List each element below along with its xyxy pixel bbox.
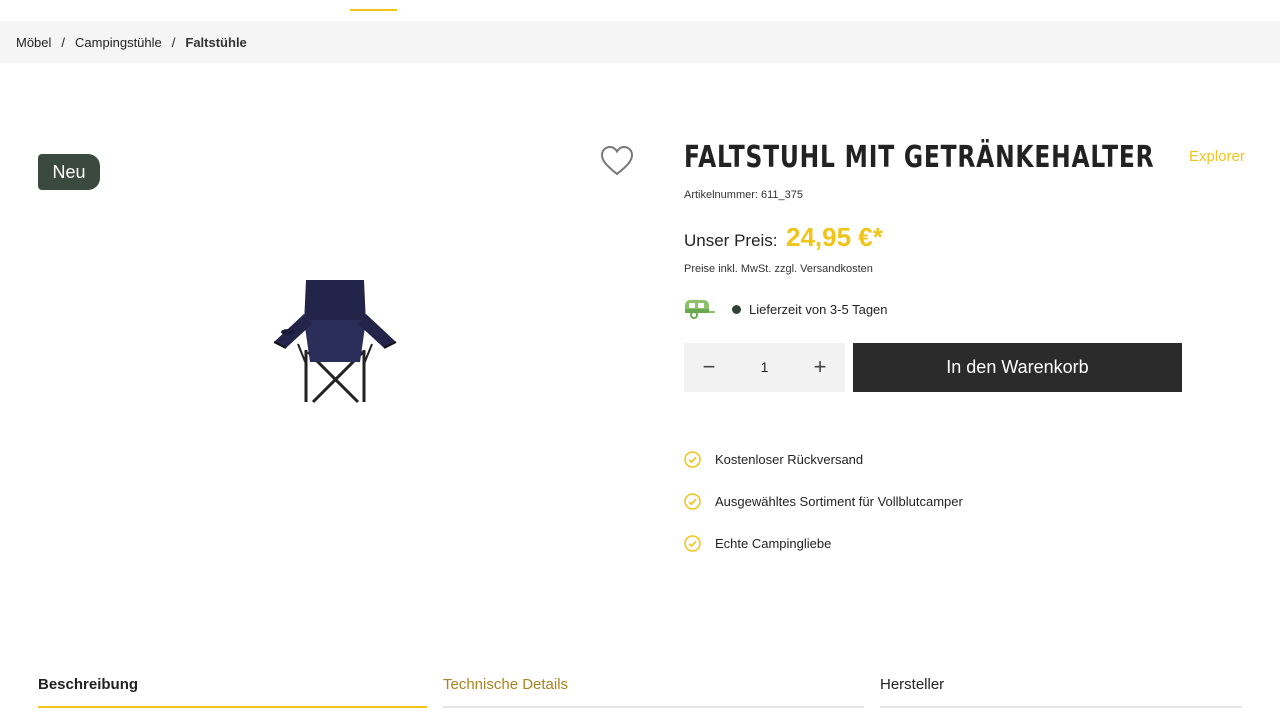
product-image[interactable] bbox=[268, 272, 402, 410]
breadcrumb-item-faltstuehle[interactable]: Faltstühle bbox=[185, 35, 246, 50]
breadcrumb-item-moebel[interactable]: Möbel bbox=[16, 35, 51, 50]
tab-underline bbox=[443, 706, 864, 708]
new-badge: Neu bbox=[38, 154, 100, 190]
tab-beschreibung[interactable]: Beschreibung bbox=[38, 676, 138, 693]
check-circle-icon bbox=[684, 451, 701, 468]
delivery-time: Lieferzeit von 3-5 Tagen bbox=[749, 301, 888, 317]
quantity-input[interactable]: 1 bbox=[734, 343, 795, 392]
check-circle-icon bbox=[684, 535, 701, 552]
add-to-cart-button[interactable]: In den Warenkorb bbox=[853, 343, 1182, 392]
product-number: Artikelnummer: 611_375 bbox=[684, 189, 804, 201]
usp-item: Echte Campingliebe bbox=[684, 535, 831, 552]
tab-active-underline bbox=[38, 706, 427, 708]
brand-link[interactable]: Explorer bbox=[1189, 148, 1245, 165]
quantity-stepper: − 1 + bbox=[684, 343, 845, 392]
delivery-status-dot bbox=[732, 304, 741, 314]
check-circle-icon bbox=[684, 493, 701, 510]
usp-text: Kostenloser Rückversand bbox=[715, 452, 864, 467]
tab-technische-details[interactable]: Technische Details bbox=[443, 676, 568, 693]
breadcrumb-bar: Möbel / Campingstühle / Faltstühle bbox=[0, 21, 1280, 63]
heart-outline-icon bbox=[600, 145, 634, 176]
usp-text: Echte Campingliebe bbox=[715, 536, 832, 551]
breadcrumb-item-campingstuehle[interactable]: Campingstühle bbox=[75, 35, 162, 50]
breadcrumb-separator: / bbox=[171, 35, 176, 50]
usp-text: Ausgewähltes Sortiment für Vollblutcampe… bbox=[715, 494, 963, 509]
tax-note: Preise inkl. MwSt. zzgl. Versandkosten bbox=[684, 263, 873, 275]
tab-underline bbox=[880, 706, 1242, 708]
wishlist-button[interactable] bbox=[599, 144, 635, 178]
price-value: 24,95 €* bbox=[785, 222, 883, 252]
quantity-decrease-button[interactable]: − bbox=[684, 343, 734, 392]
usp-item: Kostenloser Rückversand bbox=[684, 451, 863, 468]
caravan-icon bbox=[685, 300, 715, 319]
delivery-info: Lieferzeit von 3-5 Tagen bbox=[684, 296, 888, 322]
price-label: Unser Preis: bbox=[684, 231, 778, 250]
header-active-indicator bbox=[350, 9, 397, 11]
breadcrumb: Möbel / Campingstühle / Faltstühle bbox=[16, 35, 247, 50]
quantity-increase-button[interactable]: + bbox=[795, 343, 845, 392]
product-title: FALTSTUHL MIT GETRÄNKEHALTER bbox=[684, 140, 1155, 175]
price-row: Unser Preis: 24,95 €* bbox=[684, 222, 883, 253]
breadcrumb-separator: / bbox=[61, 35, 66, 50]
folding-chair-illustration bbox=[273, 280, 397, 404]
usp-item: Ausgewähltes Sortiment für Vollblutcampe… bbox=[684, 493, 963, 510]
tab-hersteller[interactable]: Hersteller bbox=[880, 676, 944, 693]
